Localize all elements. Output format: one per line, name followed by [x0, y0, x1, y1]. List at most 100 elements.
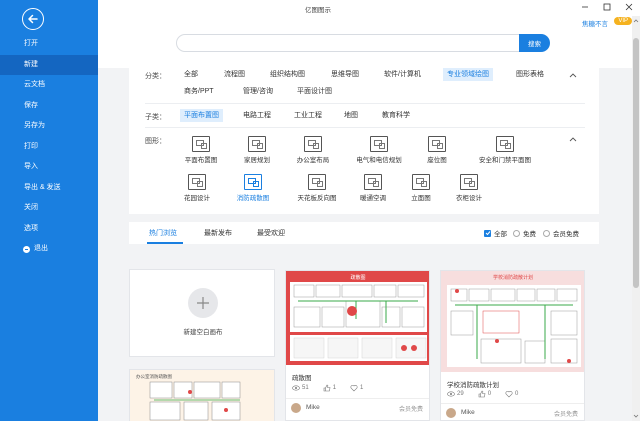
- eye-icon: [447, 391, 455, 397]
- sidebar-item-save-as[interactable]: 另存为: [0, 116, 98, 137]
- scrollbar-thumb[interactable]: [633, 38, 639, 288]
- avatar: [446, 408, 456, 418]
- shape-floor-plan[interactable]: 平面布置图: [171, 136, 231, 164]
- shape-office-layout[interactable]: 办公室布局: [283, 136, 343, 164]
- sidebar-item-open[interactable]: 打开: [0, 34, 98, 55]
- shape-reflected-ceiling[interactable]: 天花板反向图: [287, 174, 347, 202]
- category-chip[interactable]: 平面设计图: [293, 85, 336, 98]
- subcategory-chip[interactable]: 工业工程: [290, 109, 326, 122]
- category-chip[interactable]: 组织结构图: [266, 68, 309, 81]
- filter-free[interactable]: 免费: [513, 228, 536, 238]
- tab-latest[interactable]: 最新发布: [204, 228, 232, 238]
- scroll-down-icon[interactable]: [633, 413, 639, 419]
- security-plan-icon: [496, 136, 514, 152]
- views-stat: 29: [447, 390, 464, 398]
- favorites-stat[interactable]: 1: [350, 384, 363, 392]
- subcategory-chip[interactable]: 电路工程: [239, 109, 275, 122]
- shape-seating-chart[interactable]: 座位图: [407, 136, 467, 164]
- views-stat: 51: [292, 384, 309, 392]
- subcategory-chip[interactable]: 地图: [340, 109, 362, 122]
- vertical-scrollbar[interactable]: [632, 16, 640, 421]
- wardrobe-design-icon: [460, 174, 478, 190]
- vip-badge[interactable]: VIP: [614, 17, 632, 25]
- sidebar-item-cloud-docs[interactable]: 云文档: [0, 75, 98, 96]
- close-icon: [625, 3, 633, 11]
- category-chip[interactable]: 管理/咨询: [239, 85, 277, 98]
- scroll-up-icon[interactable]: [633, 18, 639, 24]
- sidebar-item-label: 选项: [24, 224, 38, 232]
- likes-count: 1: [332, 385, 337, 391]
- category-chip[interactable]: 图形表格: [512, 68, 548, 81]
- category-chip[interactable]: 软件/计算机: [380, 68, 425, 81]
- shape-wardrobe-design[interactable]: 衣柜设计: [439, 174, 499, 202]
- sidebar-item-options[interactable]: 选项: [0, 219, 98, 240]
- tab-popular[interactable]: 热门浏览: [149, 228, 177, 238]
- likes-stat[interactable]: 0: [478, 390, 491, 398]
- sidebar-item-print[interactable]: 打印: [0, 137, 98, 158]
- template-card[interactable]: 疏散图 疏散图 51 1 1 Mike 会员免费: [285, 270, 430, 421]
- category-chip[interactable]: 全部: [180, 68, 202, 81]
- search-input[interactable]: [176, 34, 520, 52]
- window-controls: [580, 2, 634, 12]
- subcategory-chip[interactable]: 教育科学: [378, 109, 414, 122]
- tab-most-liked[interactable]: 最受欢迎: [257, 228, 285, 238]
- category-chip[interactable]: 流程图: [220, 68, 249, 81]
- thumb-heading: 学校消防疏散计划: [493, 274, 533, 281]
- new-blank-canvas-card[interactable]: 新建空白画布: [129, 269, 275, 357]
- shape-electrical-plan[interactable]: 电气和电信规划: [349, 136, 409, 164]
- shape-garden-design[interactable]: 花园设计: [167, 174, 227, 202]
- home-plan-icon: [248, 136, 266, 152]
- sidebar: 打开 新建 云文档 保存 另存为 打印 导入 导出 & 发送 关闭 选项 退出: [0, 0, 98, 421]
- filter-member-free[interactable]: 会员免费: [543, 228, 579, 238]
- back-button[interactable]: [22, 8, 44, 30]
- shape-security-plan[interactable]: 安全和门禁平面图: [475, 136, 535, 164]
- eye-icon: [292, 385, 300, 391]
- shape-label: 平面布置图: [184, 157, 218, 164]
- sidebar-item-new[interactable]: 新建: [0, 54, 98, 75]
- shape-fire-evacuation-selected[interactable]: 消防疏散图: [223, 174, 283, 202]
- likes-count: 0: [487, 391, 492, 397]
- plus-button[interactable]: [188, 288, 218, 318]
- sidebar-item-label: 导出 & 发送: [24, 183, 61, 191]
- likes-stat[interactable]: 1: [323, 384, 336, 392]
- radio-button[interactable]: [543, 229, 550, 237]
- sidebar-item-exit[interactable]: 退出: [0, 239, 98, 260]
- elevation-icon: [412, 174, 430, 190]
- sidebar-item-label: 关闭: [24, 204, 38, 211]
- category-label: 分类：: [145, 73, 166, 80]
- sidebar-item-close[interactable]: 关闭: [0, 198, 98, 219]
- thumb-heading: 疏散图: [350, 274, 365, 281]
- shapes-label: 图形：: [145, 138, 166, 145]
- template-card[interactable]: 学校消防疏散计划 学校消防疏散计划 29 0 0 Mike 会员免费: [440, 270, 585, 421]
- seating-chart-icon: [428, 136, 446, 152]
- shape-label: 衣柜设计: [456, 195, 482, 202]
- checkbox-checked[interactable]: [484, 229, 491, 237]
- category-chip[interactable]: 思维导图: [327, 68, 363, 81]
- favorites-stat[interactable]: 0: [505, 390, 518, 398]
- shape-home-plan[interactable]: 家居规划: [227, 136, 287, 164]
- evacuation-map-thumbnail: 疏散图: [286, 271, 429, 365]
- close-button[interactable]: [624, 2, 634, 12]
- template-thumbnail: 办公室消防疏散图: [130, 370, 274, 421]
- subcategory-chip-selected[interactable]: 平面布置图: [180, 109, 223, 122]
- sidebar-item-export-send[interactable]: 导出 & 发送: [0, 178, 98, 199]
- category-chip-selected[interactable]: 专业领域绘图: [443, 68, 493, 81]
- username-link[interactable]: 焦糖不言: [582, 18, 608, 28]
- sidebar-item-import[interactable]: 导入: [0, 157, 98, 178]
- minimize-button[interactable]: [580, 2, 590, 12]
- maximize-button[interactable]: [602, 2, 612, 12]
- shape-label: 安全和门禁平面图: [479, 157, 531, 164]
- subcategory-label: 子类：: [145, 114, 166, 121]
- template-card-partial[interactable]: 办公室消防疏散图: [129, 369, 275, 421]
- search-button[interactable]: 搜索: [519, 34, 550, 52]
- favorites-count: 1: [360, 385, 364, 391]
- category-chip[interactable]: 商务/PPT: [180, 85, 218, 98]
- sidebar-item-save[interactable]: 保存: [0, 96, 98, 117]
- hvac-icon: [364, 174, 382, 190]
- chevron-up-icon[interactable]: [569, 136, 577, 142]
- radio-button[interactable]: [513, 229, 520, 237]
- views-count: 29: [457, 391, 464, 397]
- template-tabs: 热门浏览 最新发布 最受欢迎 全部 免费 会员免费: [129, 222, 599, 244]
- chevron-up-icon[interactable]: [569, 72, 577, 78]
- filter-all[interactable]: 全部: [484, 228, 507, 238]
